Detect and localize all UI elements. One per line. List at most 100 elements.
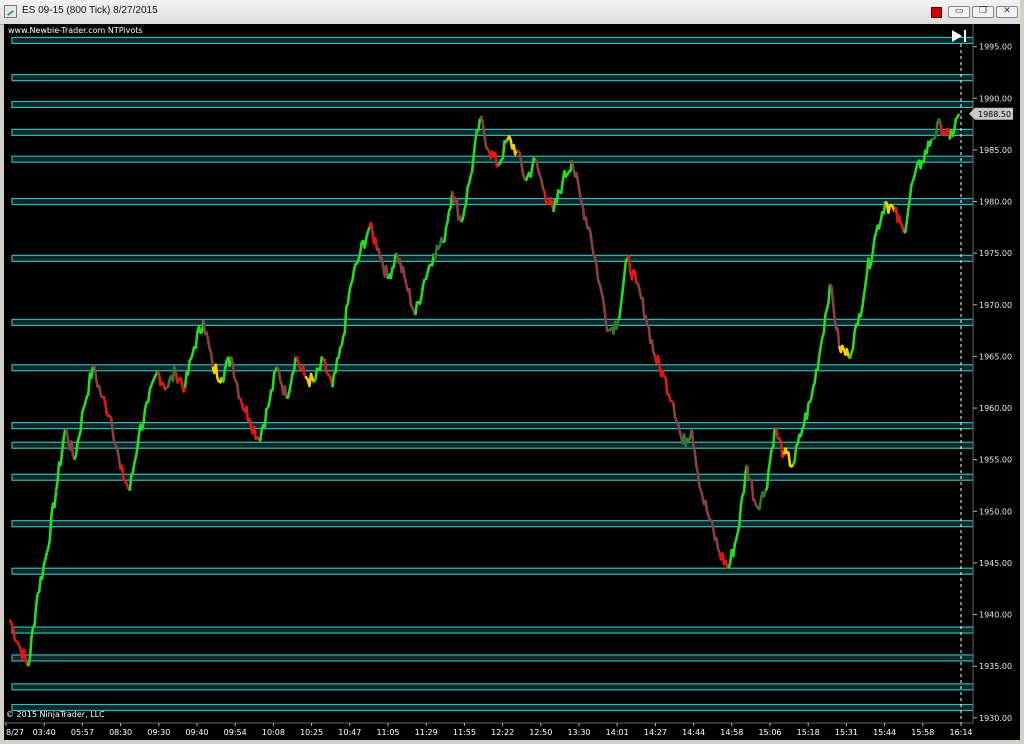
price-segment [368, 221, 380, 252]
price-segment [229, 356, 241, 400]
price-segment [745, 464, 758, 507]
price-segment [663, 375, 675, 404]
price-segment [451, 191, 463, 223]
y-tick-label: 1975.00 [979, 249, 1012, 258]
price-segment [276, 366, 288, 398]
pivot-band [11, 74, 974, 82]
chart-panel[interactable]: 1930.00 1935.00 1940.00 1945.00 1950.00 1955.… [4, 24, 1020, 740]
price-segment [82, 366, 95, 409]
price-segment [718, 551, 730, 570]
minimize-button[interactable]: ▭ [948, 6, 970, 18]
price-segment [764, 428, 776, 492]
pivot-band [11, 683, 974, 691]
pivot-band [11, 197, 974, 206]
price-segment [636, 282, 647, 320]
price-segment [837, 344, 850, 357]
x-tick-label: 12:50 [529, 728, 552, 737]
price-segment [239, 397, 251, 423]
price-segment [561, 160, 574, 182]
price-segment [690, 428, 703, 492]
pivot-band [11, 318, 974, 326]
price-segment [579, 201, 592, 233]
pivot-band [11, 128, 974, 136]
y-tick-label: 1995.00 [979, 43, 1012, 52]
x-tick-label: 05:57 [71, 728, 94, 737]
watermark-text: www.Newbie-Trader.com NTPivots [8, 26, 143, 35]
price-segment [377, 247, 390, 280]
price-segment [819, 283, 832, 347]
price-segment [865, 232, 878, 274]
x-tick-label: 14:58 [720, 728, 743, 737]
x-tick-label: 09:40 [185, 728, 208, 737]
price-segment [156, 371, 168, 391]
price-segment [266, 366, 279, 409]
price-segment [404, 283, 417, 316]
close-button[interactable]: ✕ [996, 6, 1018, 18]
x-tick-label: 11:05 [376, 728, 399, 737]
price-segment [534, 159, 546, 192]
record-icon[interactable] [931, 7, 942, 18]
price-series [8, 113, 961, 667]
price-segment [286, 356, 297, 400]
price-segment [828, 283, 841, 347]
x-tick-label: 13:30 [567, 728, 590, 737]
x-tick-label: 16:14 [949, 728, 972, 737]
price-segment [616, 257, 629, 321]
price-segment [73, 407, 85, 461]
price-segment [810, 345, 823, 398]
x-tick-label: 15:18 [797, 728, 820, 737]
x-tick-label: 08:30 [109, 728, 132, 737]
price-segment [893, 206, 905, 233]
y-tick-label: 1930.00 [979, 714, 1012, 723]
price-segment [856, 273, 869, 326]
window-title: ES 09-15 (800 Tick) 8/27/2015 [22, 5, 158, 16]
y-tick-label: 1950.00 [979, 507, 1012, 516]
chart-app-icon [4, 5, 17, 18]
pivot-band [11, 422, 974, 430]
pivot-band [11, 100, 974, 109]
copyright-text: © 2015 NinjaTrader, LLC [6, 710, 105, 719]
pivot-band [11, 155, 974, 163]
x-tick-label: 15:31 [835, 728, 858, 737]
price-segment [358, 227, 371, 254]
price-segment [414, 278, 426, 316]
price-segment [552, 180, 565, 213]
x-tick-label: 15:58 [911, 728, 934, 737]
price-segment [322, 358, 334, 388]
price-segment [570, 159, 583, 202]
price-segment [874, 201, 887, 233]
restore-button[interactable]: ❐ [972, 6, 994, 18]
price-segment [939, 123, 952, 140]
price-segment [515, 149, 528, 182]
pivot-band [11, 520, 974, 528]
price-segment [174, 371, 187, 393]
price-segment [101, 395, 113, 420]
pivot-band [11, 36, 974, 45]
price-badge-label: 1988.50 [978, 110, 1011, 119]
x-tick-label: 09:30 [147, 728, 170, 737]
y-axis: 1930.00 1935.00 1940.00 1945.00 1950.00 1955.… [972, 24, 1012, 723]
price-segment [54, 428, 67, 491]
price-segment [699, 490, 712, 522]
price-segment [146, 371, 159, 404]
y-tick-label: 1990.00 [979, 94, 1012, 103]
price-chart[interactable]: 1930.00 1935.00 1940.00 1945.00 1950.00 1955.… [4, 24, 1020, 740]
x-tick-label: 11:29 [415, 728, 438, 737]
y-tick-label: 1985.00 [979, 146, 1012, 155]
price-segment [903, 180, 915, 234]
x-tick-label: 10:25 [300, 728, 323, 737]
price-segment [202, 320, 214, 367]
x-tick-label: 15:06 [758, 728, 781, 737]
price-segment [727, 531, 740, 569]
x-tick-label: 8/27 [6, 728, 24, 737]
pivot-band [11, 654, 974, 662]
pivot-band [11, 567, 974, 575]
y-tick-label: 1980.00 [979, 198, 1012, 207]
x-tick-label: 14:27 [644, 728, 667, 737]
x-tick-label: 12:22 [491, 728, 514, 737]
price-segment [782, 447, 795, 468]
window-frame [1020, 0, 1024, 744]
price-badge: 1988.50 [969, 107, 1013, 120]
price-segment [543, 191, 555, 213]
y-tick-label: 1945.00 [979, 559, 1012, 568]
